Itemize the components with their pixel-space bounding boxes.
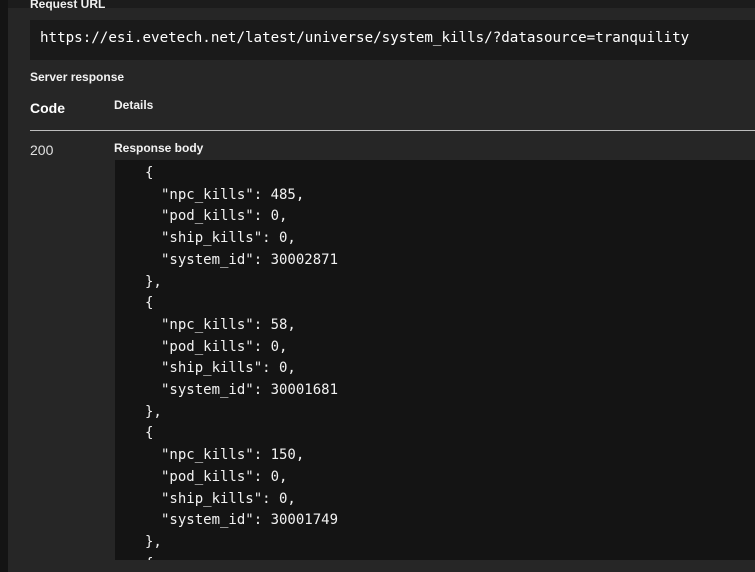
response-status-code: 200: [30, 142, 54, 158]
json-line: "ship_kills": 0,: [161, 360, 296, 377]
json-line: "pod_kills": 0,: [161, 338, 288, 355]
json-line: "system_id": 30002871: [161, 251, 339, 268]
json-line: "system_id": 30001749: [161, 512, 339, 529]
request-url-label: Request URL: [30, 0, 106, 11]
server-response-label: Server response: [30, 70, 125, 84]
json-line: },: [145, 273, 162, 290]
json-line: {: [145, 554, 153, 560]
json-line: },: [145, 403, 162, 420]
json-line: "pod_kills": 0,: [161, 468, 288, 485]
left-rail: [0, 0, 8, 572]
json-line: {: [145, 165, 154, 181]
json-line: "npc_kills": 58,: [161, 316, 296, 333]
json-line: "ship_kills": 0,: [161, 490, 296, 507]
json-line: "system_id": 30001681: [161, 382, 339, 398]
json-line: "ship_kills": 0,: [161, 230, 296, 247]
json-line: "pod_kills": 0,: [161, 208, 288, 225]
response-body[interactable]: { "npc_kills": 485, "pod_kills": 0, "ship_k…: [115, 160, 755, 560]
json-line: {: [145, 425, 154, 442]
json-line: "npc_kills": 485,: [161, 186, 305, 203]
json-line: "npc_kills": 150,: [161, 447, 305, 464]
try-it-out-panel: Request URL https://esi.evetech.net/late…: [8, 0, 755, 572]
request-url-field[interactable]: https://esi.evetech.net/latest/universe/…: [30, 20, 755, 60]
response-body-label: Response body: [114, 141, 204, 155]
json-line: },: [145, 533, 162, 550]
code-column-header: Code: [30, 100, 65, 116]
table-divider: [30, 130, 755, 131]
json-line: {: [145, 295, 154, 312]
details-column-header: Details: [114, 98, 154, 112]
